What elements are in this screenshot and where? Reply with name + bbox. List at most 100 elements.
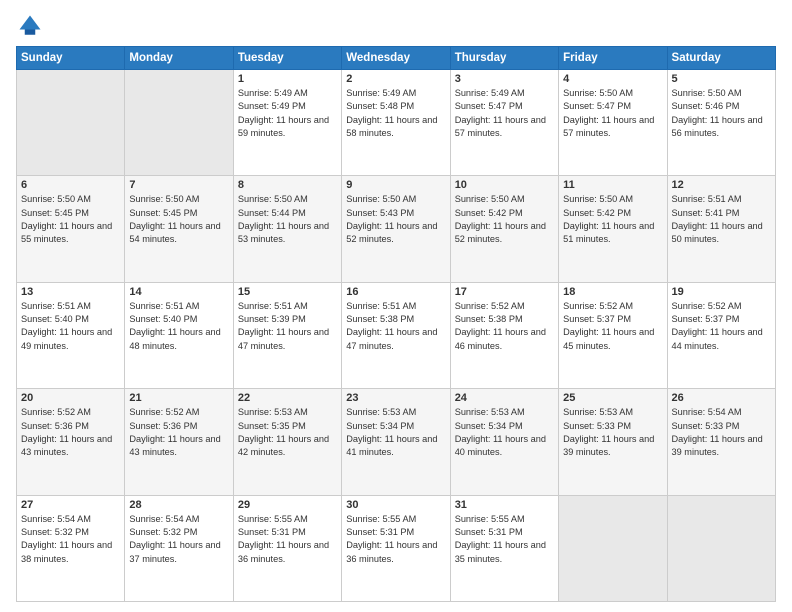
day-info: Sunrise: 5:49 AMSunset: 5:48 PMDaylight:… xyxy=(346,87,445,140)
calendar-cell: 23Sunrise: 5:53 AMSunset: 5:34 PMDayligh… xyxy=(342,389,450,495)
day-number: 17 xyxy=(455,286,554,298)
day-number: 12 xyxy=(672,179,771,191)
day-info: Sunrise: 5:54 AMSunset: 5:33 PMDaylight:… xyxy=(672,406,771,459)
calendar-cell: 2 Sunrise: 5:49 AMSunset: 5:48 PMDaylight… xyxy=(342,70,450,176)
day-number: 27 xyxy=(21,499,120,511)
day-number: 11 xyxy=(563,179,662,191)
calendar-cell: 17 Sunrise: 5:52 AMSunset: 5:38 PMDayligh… xyxy=(450,282,558,388)
day-number: 23 xyxy=(346,392,445,404)
day-info: Sunrise: 5:52 AMSunset: 5:36 PMDaylight:… xyxy=(129,406,228,459)
calendar-cell: 16Sunrise: 5:51 AMSunset: 5:38 PMDayligh… xyxy=(342,282,450,388)
day-info: Sunrise: 5:50 AMSunset: 5:42 PMDaylight:… xyxy=(563,193,662,246)
day-number: 3 xyxy=(455,73,554,85)
day-info: Sunrise: 5:50 AMSunset: 5:44 PMDaylight:… xyxy=(238,193,337,246)
day-number: 15 xyxy=(238,286,337,298)
day-info: Sunrise: 5:50 AMSunset: 5:45 PMDaylight:… xyxy=(129,193,228,246)
day-info: Sunrise: 5:49 AMSunset: 5:47 PMDaylight:… xyxy=(455,87,554,140)
logo xyxy=(16,12,48,40)
calendar-cell: 20 Sunrise: 5:52 AMSunset: 5:36 PMDayligh… xyxy=(17,389,125,495)
calendar-cell xyxy=(667,495,775,601)
calendar-cell: 21 Sunrise: 5:52 AMSunset: 5:36 PMDayligh… xyxy=(125,389,233,495)
calendar-cell: 7 Sunrise: 5:50 AMSunset: 5:45 PMDaylight… xyxy=(125,176,233,282)
calendar-cell: 31Sunrise: 5:55 AMSunset: 5:31 PMDayligh… xyxy=(450,495,558,601)
day-info: Sunrise: 5:54 AMSunset: 5:32 PMDaylight:… xyxy=(21,513,120,566)
calendar-cell: 3 Sunrise: 5:49 AMSunset: 5:47 PMDaylight… xyxy=(450,70,558,176)
calendar-cell: 10 Sunrise: 5:50 AMSunset: 5:42 PMDayligh… xyxy=(450,176,558,282)
day-number: 21 xyxy=(129,392,228,404)
weekday-header: Wednesday xyxy=(342,47,450,70)
day-number: 31 xyxy=(455,499,554,511)
weekday-header: Thursday xyxy=(450,47,558,70)
calendar-table: SundayMondayTuesdayWednesdayThursdayFrid… xyxy=(16,46,776,602)
day-info: Sunrise: 5:53 AMSunset: 5:34 PMDaylight:… xyxy=(455,406,554,459)
calendar-cell xyxy=(559,495,667,601)
calendar-cell: 11 Sunrise: 5:50 AMSunset: 5:42 PMDayligh… xyxy=(559,176,667,282)
calendar-cell: 15 Sunrise: 5:51 AMSunset: 5:39 PMDayligh… xyxy=(233,282,341,388)
weekday-header: Sunday xyxy=(17,47,125,70)
calendar-cell: 28 Sunrise: 5:54 AMSunset: 5:32 PMDayligh… xyxy=(125,495,233,601)
weekday-header: Monday xyxy=(125,47,233,70)
calendar-cell: 22 Sunrise: 5:53 AMSunset: 5:35 PMDayligh… xyxy=(233,389,341,495)
day-number: 22 xyxy=(238,392,337,404)
calendar-cell: 18 Sunrise: 5:52 AMSunset: 5:37 PMDayligh… xyxy=(559,282,667,388)
weekday-header: Friday xyxy=(559,47,667,70)
calendar-cell: 14 Sunrise: 5:51 AMSunset: 5:40 PMDayligh… xyxy=(125,282,233,388)
calendar-cell: 24Sunrise: 5:53 AMSunset: 5:34 PMDayligh… xyxy=(450,389,558,495)
calendar-week-row: 6Sunrise: 5:50 AMSunset: 5:45 PMDaylight… xyxy=(17,176,776,282)
calendar-week-row: 20 Sunrise: 5:52 AMSunset: 5:36 PMDayligh… xyxy=(17,389,776,495)
day-number: 19 xyxy=(672,286,771,298)
day-number: 13 xyxy=(21,286,120,298)
day-info: Sunrise: 5:50 AMSunset: 5:42 PMDaylight:… xyxy=(455,193,554,246)
day-info: Sunrise: 5:50 AMSunset: 5:43 PMDaylight:… xyxy=(346,193,445,246)
calendar-cell: 26 Sunrise: 5:54 AMSunset: 5:33 PMDayligh… xyxy=(667,389,775,495)
day-number: 28 xyxy=(129,499,228,511)
calendar-cell: 6Sunrise: 5:50 AMSunset: 5:45 PMDaylight… xyxy=(17,176,125,282)
day-info: Sunrise: 5:52 AMSunset: 5:37 PMDaylight:… xyxy=(563,300,662,353)
calendar-cell: 8Sunrise: 5:50 AMSunset: 5:44 PMDaylight… xyxy=(233,176,341,282)
day-info: Sunrise: 5:51 AMSunset: 5:40 PMDaylight:… xyxy=(129,300,228,353)
calendar-week-row: 27 Sunrise: 5:54 AMSunset: 5:32 PMDayligh… xyxy=(17,495,776,601)
day-info: Sunrise: 5:52 AMSunset: 5:37 PMDaylight:… xyxy=(672,300,771,353)
day-number: 18 xyxy=(563,286,662,298)
day-info: Sunrise: 5:53 AMSunset: 5:33 PMDaylight:… xyxy=(563,406,662,459)
day-info: Sunrise: 5:51 AMSunset: 5:39 PMDaylight:… xyxy=(238,300,337,353)
day-info: Sunrise: 5:55 AMSunset: 5:31 PMDaylight:… xyxy=(346,513,445,566)
day-number: 10 xyxy=(455,179,554,191)
day-number: 16 xyxy=(346,286,445,298)
day-number: 4 xyxy=(563,73,662,85)
day-number: 5 xyxy=(672,73,771,85)
calendar-cell xyxy=(17,70,125,176)
day-info: Sunrise: 5:54 AMSunset: 5:32 PMDaylight:… xyxy=(129,513,228,566)
day-info: Sunrise: 5:52 AMSunset: 5:36 PMDaylight:… xyxy=(21,406,120,459)
calendar-cell: 9 Sunrise: 5:50 AMSunset: 5:43 PMDaylight… xyxy=(342,176,450,282)
day-number: 26 xyxy=(672,392,771,404)
calendar-cell: 19 Sunrise: 5:52 AMSunset: 5:37 PMDayligh… xyxy=(667,282,775,388)
day-info: Sunrise: 5:51 AMSunset: 5:41 PMDaylight:… xyxy=(672,193,771,246)
calendar-cell: 25 Sunrise: 5:53 AMSunset: 5:33 PMDayligh… xyxy=(559,389,667,495)
day-info: Sunrise: 5:55 AMSunset: 5:31 PMDaylight:… xyxy=(238,513,337,566)
day-info: Sunrise: 5:52 AMSunset: 5:38 PMDaylight:… xyxy=(455,300,554,353)
day-number: 14 xyxy=(129,286,228,298)
day-info: Sunrise: 5:49 AMSunset: 5:49 PMDaylight:… xyxy=(238,87,337,140)
day-number: 7 xyxy=(129,179,228,191)
weekday-header: Saturday xyxy=(667,47,775,70)
day-info: Sunrise: 5:50 AMSunset: 5:46 PMDaylight:… xyxy=(672,87,771,140)
calendar-cell: 27 Sunrise: 5:54 AMSunset: 5:32 PMDayligh… xyxy=(17,495,125,601)
day-number: 2 xyxy=(346,73,445,85)
calendar-header-row: SundayMondayTuesdayWednesdayThursdayFrid… xyxy=(17,47,776,70)
day-info: Sunrise: 5:53 AMSunset: 5:35 PMDaylight:… xyxy=(238,406,337,459)
day-number: 25 xyxy=(563,392,662,404)
calendar-cell: 4Sunrise: 5:50 AMSunset: 5:47 PMDaylight… xyxy=(559,70,667,176)
calendar-cell: 29Sunrise: 5:55 AMSunset: 5:31 PMDayligh… xyxy=(233,495,341,601)
day-number: 20 xyxy=(21,392,120,404)
day-number: 1 xyxy=(238,73,337,85)
header xyxy=(16,12,776,40)
calendar-week-row: 13 Sunrise: 5:51 AMSunset: 5:40 PMDayligh… xyxy=(17,282,776,388)
calendar-cell: 5 Sunrise: 5:50 AMSunset: 5:46 PMDaylight… xyxy=(667,70,775,176)
weekday-header: Tuesday xyxy=(233,47,341,70)
day-info: Sunrise: 5:51 AMSunset: 5:40 PMDaylight:… xyxy=(21,300,120,353)
calendar-cell: 30Sunrise: 5:55 AMSunset: 5:31 PMDayligh… xyxy=(342,495,450,601)
calendar-cell xyxy=(125,70,233,176)
day-number: 9 xyxy=(346,179,445,191)
calendar-cell: 1 Sunrise: 5:49 AMSunset: 5:49 PMDaylight… xyxy=(233,70,341,176)
